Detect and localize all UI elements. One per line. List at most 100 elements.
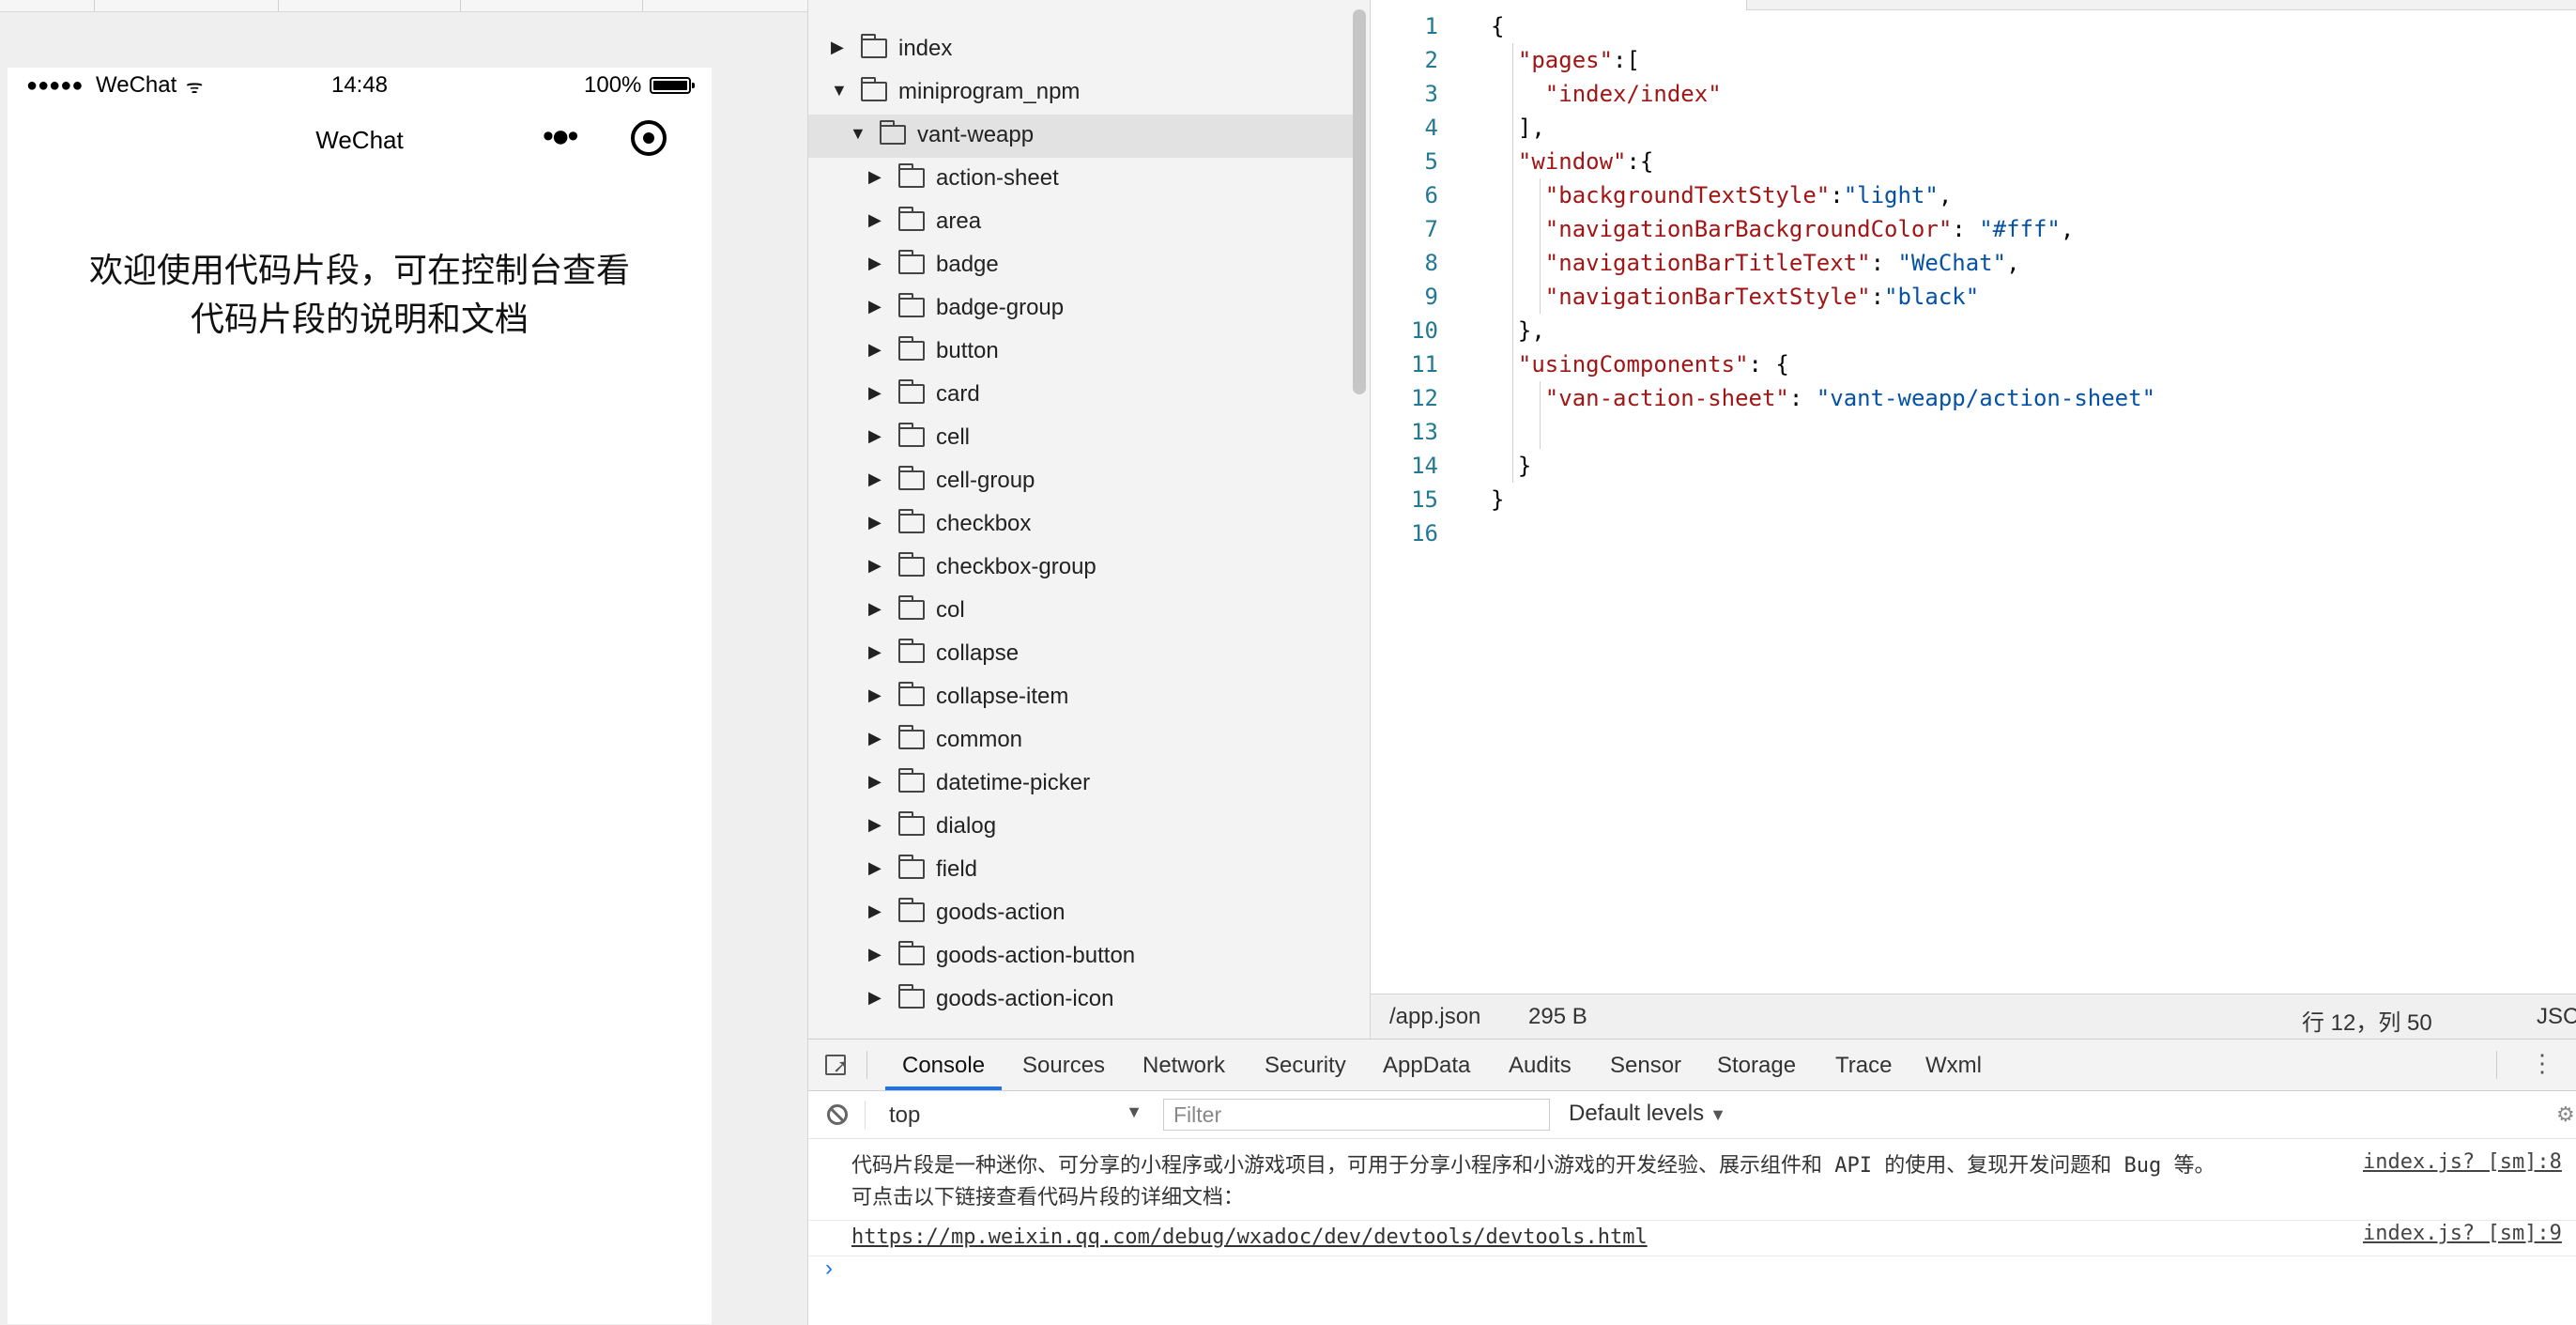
inspect-element-icon[interactable] [825, 1055, 849, 1078]
chevron-right-icon[interactable]: ▶ [868, 167, 882, 187]
chevron-right-icon[interactable]: ▶ [868, 642, 882, 662]
code-line[interactable]: 16 [1371, 516, 2576, 550]
chevron-right-icon[interactable]: ▶ [868, 599, 882, 619]
folder-icon [898, 768, 925, 793]
tree-item-goods-action-icon[interactable]: ▶ goods-action-icon [808, 978, 1353, 1022]
cursor-position[interactable]: 行 12，列 50 [2302, 1004, 2432, 1037]
tree-item-datetime-picker[interactable]: ▶ datetime-picker [808, 763, 1353, 806]
tree-item-vant-weapp[interactable]: ▼ vant-weapp [808, 115, 1353, 158]
chevron-right-icon[interactable]: ▶ [868, 426, 882, 446]
folder-icon [898, 163, 925, 188]
tree-item-action-sheet[interactable]: ▶ action-sheet [808, 158, 1353, 201]
tree-item-index[interactable]: ▶ index [808, 28, 1353, 71]
tab-audits[interactable]: Audits [1509, 1053, 1572, 1079]
tab-wxml[interactable]: Wxml [1925, 1053, 1982, 1079]
chevron-right-icon[interactable]: ▶ [868, 470, 882, 489]
code-line[interactable]: 7 "navigationBarBackgroundColor": "#fff", [1371, 212, 2576, 246]
chevron-right-icon[interactable]: ▶ [868, 858, 882, 878]
tree-item-cell[interactable]: ▶ cell [808, 417, 1353, 460]
tree-item-label: goods-action [936, 900, 1066, 925]
chevron-right-icon[interactable]: ▶ [868, 945, 882, 964]
code-editor[interactable]: 1{2 "pages":[3 "index/index" 4], 5 "window":{… [1370, 0, 2576, 994]
tree-item-col[interactable]: ▶ col [808, 590, 1353, 633]
tab-trace[interactable]: Trace [1835, 1053, 1892, 1079]
code-line[interactable]: 11 "usingComponents": { [1371, 347, 2576, 381]
chevron-right-icon[interactable]: ▶ [868, 383, 882, 403]
tree-item-button[interactable]: ▶ button [808, 331, 1353, 374]
tree-item-dialog[interactable]: ▶ dialog [808, 806, 1353, 849]
log-source-link[interactable]: index.js? [sm]:8 [2363, 1150, 2562, 1174]
code-line[interactable]: 10}, [1371, 314, 2576, 347]
context-selector[interactable]: top ▼ [889, 1101, 1142, 1129]
tree-item-common[interactable]: ▶ common [808, 719, 1353, 763]
tree-item-goods-action[interactable]: ▶ goods-action [808, 892, 1353, 935]
chevron-right-icon[interactable]: ▶ [868, 772, 882, 792]
more-menu-icon[interactable]: •●• [543, 118, 578, 155]
chevron-right-icon[interactable]: ▶ [868, 254, 882, 273]
line-number: 6 [1424, 182, 1438, 208]
chevron-right-icon[interactable]: ▶ [831, 38, 844, 57]
folder-open-icon [861, 77, 887, 101]
code-line[interactable]: 15} [1371, 483, 2576, 516]
chevron-down-icon[interactable]: ▼ [831, 81, 848, 100]
kebab-menu-icon[interactable]: ⋮ [2530, 1049, 2554, 1078]
tab-network[interactable]: Network [1142, 1053, 1225, 1079]
chevron-right-icon[interactable]: ▶ [868, 513, 882, 532]
chevron-down-icon[interactable]: ▼ [850, 124, 866, 144]
tree-scrollbar[interactable] [1353, 9, 1366, 394]
close-capsule-icon[interactable] [631, 120, 667, 156]
tree-item-collapse-item[interactable]: ▶ collapse-item [808, 676, 1353, 719]
log-entry: https://mp.weixin.qq.com/debug/wxadoc/de… [808, 1220, 2576, 1256]
tab-sources[interactable]: Sources [1022, 1053, 1105, 1079]
filter-input[interactable] [1163, 1099, 1550, 1131]
line-number: 4 [1424, 115, 1438, 141]
tab-sensor[interactable]: Sensor [1610, 1053, 1681, 1079]
tree-item-badge-group[interactable]: ▶ badge-group [808, 287, 1353, 331]
chevron-right-icon[interactable]: ▶ [868, 340, 882, 360]
code-line[interactable]: 14} [1371, 449, 2576, 483]
tree-item-checkbox[interactable]: ▶ checkbox [808, 503, 1353, 547]
code-line[interactable]: 9 "navigationBarTextStyle":"black" [1371, 280, 2576, 314]
console-prompt-icon[interactable]: › [825, 1256, 833, 1282]
language-mode[interactable]: JSC [2537, 1004, 2576, 1030]
clear-console-icon[interactable] [827, 1104, 848, 1125]
tab-storage[interactable]: Storage [1717, 1053, 1796, 1079]
code-line[interactable]: 12 "van-action-sheet": "vant-weapp/action… [1371, 381, 2576, 415]
tree-item-card[interactable]: ▶ card [808, 374, 1353, 417]
devtools-tab-bar: Console Sources Network Security AppData Audi… [808, 1040, 2576, 1091]
chevron-right-icon[interactable]: ▶ [868, 988, 882, 1008]
tree-item-checkbox-group[interactable]: ▶ checkbox-group [808, 547, 1353, 590]
tree-item-miniprogram_npm[interactable]: ▼ miniprogram_npm [808, 71, 1353, 115]
code-line[interactable]: 13 [1371, 415, 2576, 449]
tab-security[interactable]: Security [1265, 1053, 1346, 1079]
tree-item-badge[interactable]: ▶ badge [808, 244, 1353, 287]
tree-item-collapse[interactable]: ▶ collapse [808, 633, 1353, 676]
tab-console[interactable]: Console [902, 1053, 985, 1079]
tab-appdata[interactable]: AppData [1383, 1053, 1470, 1079]
chevron-right-icon[interactable]: ▶ [868, 556, 882, 576]
chevron-right-icon[interactable]: ▶ [868, 901, 882, 921]
chevron-right-icon[interactable]: ▶ [868, 686, 882, 705]
tree-item-area[interactable]: ▶ area [808, 201, 1353, 244]
log-levels-dropdown[interactable]: Default levels ▼ [1569, 1101, 1726, 1127]
chevron-right-icon[interactable]: ▶ [868, 297, 882, 316]
tree-item-label: goods-action-button [936, 943, 1136, 968]
code-line[interactable]: 4], [1371, 111, 2576, 145]
code-line[interactable]: 1{ [1371, 9, 2576, 43]
tree-item-cell-group[interactable]: ▶ cell-group [808, 460, 1353, 503]
settings-gear-icon[interactable]: ⚙ [2556, 1102, 2575, 1127]
tree-item-field[interactable]: ▶ field [808, 849, 1353, 892]
doc-link[interactable]: https://mp.weixin.qq.com/debug/wxadoc/de… [851, 1222, 2222, 1254]
log-source-link[interactable]: index.js? [sm]:9 [2363, 1222, 2562, 1245]
file-path: /app.json [1389, 1004, 1481, 1029]
code-line[interactable]: 6 "backgroundTextStyle":"light", [1371, 178, 2576, 212]
code-line[interactable]: 2 "pages":[ [1371, 43, 2576, 77]
chevron-right-icon[interactable]: ▶ [868, 815, 882, 835]
code-line[interactable]: 8 "navigationBarTitleText": "WeChat", [1371, 246, 2576, 280]
chevron-right-icon[interactable]: ▶ [868, 210, 882, 230]
tree-item-goods-action-button[interactable]: ▶ goods-action-button [808, 935, 1353, 978]
chevron-right-icon[interactable]: ▶ [868, 729, 882, 748]
welcome-line-1: 欢迎使用代码片段，可在控制台查看 [88, 251, 630, 289]
code-line[interactable]: 5 "window":{ [1371, 145, 2576, 178]
code-line[interactable]: 3 "index/index" [1371, 77, 2576, 111]
